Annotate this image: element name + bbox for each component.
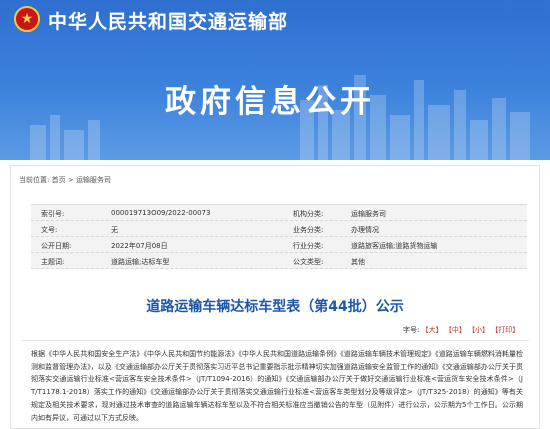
national-emblem-icon[interactable]: ★: [14, 6, 40, 32]
font-size-controls: 字号: 【大】 【中】 【小】 【打印】: [403, 325, 519, 335]
publish-date-label: 公开日期:: [41, 242, 72, 250]
industry-category-value: 道路旅客运输;道路货物运输: [351, 242, 438, 250]
index-number-label: 索引号:: [41, 210, 65, 218]
doc-type-label: 公文类型:: [293, 258, 324, 266]
business-category-label: 业务分类:: [293, 226, 324, 234]
breadcrumb-home-link[interactable]: 首页: [52, 176, 66, 184]
font-small-button[interactable]: 【小】: [468, 326, 489, 334]
font-large-button[interactable]: 【大】: [422, 326, 443, 334]
keywords-label: 主题词:: [41, 258, 65, 266]
doc-type-value: 其他: [351, 258, 365, 266]
metadata-row: 文号: 无 业务分类: 办理情况: [31, 221, 527, 237]
breadcrumb-prefix: 当前位置:: [19, 176, 50, 184]
section-heading: 政府信息公开: [165, 84, 375, 120]
content-card: 当前位置: 首页 > 运输服务司 索引号: 000019713O09/2022-…: [10, 165, 540, 429]
breadcrumb-current-link[interactable]: 运输服务司: [76, 176, 111, 184]
breadcrumb: 当前位置: 首页 > 运输服务司: [19, 175, 111, 185]
industry-category-label: 行业分类:: [293, 242, 324, 250]
site-title[interactable]: 中华人民共和国交通运输部: [48, 7, 288, 34]
doc-number-value: 无: [111, 226, 118, 234]
publish-date-value: 2022年07月08日: [111, 242, 168, 250]
metadata-row: 索引号: 000019713O09/2022-00073 机构分类: 运输服务司: [31, 205, 527, 221]
metadata-row: 公开日期: 2022年07月08日 行业分类: 道路旅客运输;道路货物运输: [31, 237, 527, 253]
font-size-label: 字号:: [403, 326, 420, 334]
index-number-value: 000019713O09/2022-00073: [111, 209, 211, 217]
metadata-row: 主题词: 道路运输;达标车型 公文类型: 其他: [31, 253, 527, 269]
divider: [21, 340, 529, 341]
org-category-value: 运输服务司: [351, 210, 386, 218]
business-category-value: 办理情况: [351, 226, 379, 234]
keywords-value: 道路运输;达标车型: [111, 258, 170, 266]
org-category-label: 机构分类:: [293, 210, 324, 218]
breadcrumb-separator: >: [67, 176, 74, 184]
print-button[interactable]: 【打印】: [491, 326, 519, 334]
article-title: 道路运输车辆达标车型表（第44批）公示: [146, 299, 404, 315]
doc-number-label: 文号:: [41, 226, 58, 234]
metadata-table: 索引号: 000019713O09/2022-00073 机构分类: 运输服务司…: [31, 204, 527, 269]
article-body: 根据《中华人民共和国安全生产法》《中华人民共和国节约能源法》《中华人民共和国道路…: [31, 350, 523, 422]
header-banner: ★ 中华人民共和国交通运输部 政府信息公开: [0, 0, 550, 160]
font-medium-button[interactable]: 【中】: [445, 326, 466, 334]
